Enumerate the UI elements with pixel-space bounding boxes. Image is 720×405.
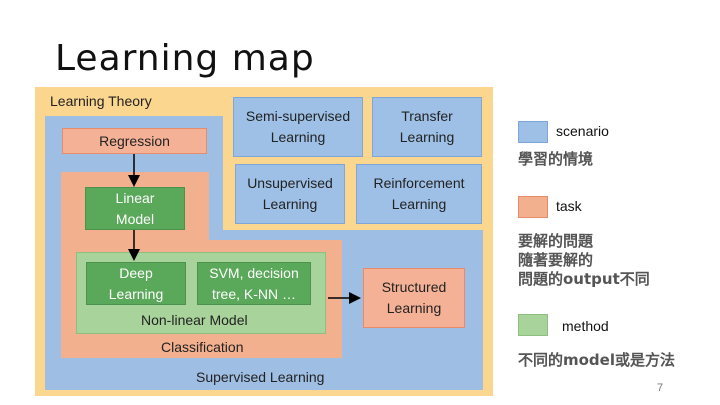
regression-box: Regression [62, 128, 207, 154]
legend-task-swatch [518, 196, 548, 218]
unsupervised-box: Unsupervised Learning [235, 164, 345, 224]
classification-label: Classification [161, 339, 244, 355]
legend-task-desc: 要解的問題 隨著要解的 問題的output不同 [518, 232, 650, 288]
legend-method-desc: 不同的model或是方法 [518, 351, 675, 369]
page-number: 7 [657, 382, 664, 394]
learning-theory-label: Learning Theory [50, 93, 152, 109]
non-linear-model-label: Non-linear Model [141, 312, 248, 328]
deep-learning-box: Deep Learning [86, 262, 186, 305]
reinforcement-box: Reinforcement Learning [356, 164, 482, 224]
legend-method-swatch [518, 314, 548, 336]
structured-learning-box: Structured Learning [363, 268, 465, 328]
legend-scenario-desc: 學習的情境 [518, 150, 594, 168]
semi-supervised-box: Semi-supervised Learning [233, 97, 363, 157]
legend-method-label: method [562, 318, 609, 334]
transfer-learning-box: Transfer Learning [372, 97, 482, 157]
svm-box: SVM, decision tree, K-NN … [197, 262, 311, 305]
supervised-learning-label: Supervised Learning [196, 369, 325, 385]
legend-scenario-swatch [518, 121, 548, 143]
legend-task-label: task [556, 198, 582, 214]
page-title: Learning map [55, 38, 315, 79]
linear-model-box: Linear Model [85, 187, 185, 230]
legend-scenario-label: scenario [556, 123, 609, 139]
